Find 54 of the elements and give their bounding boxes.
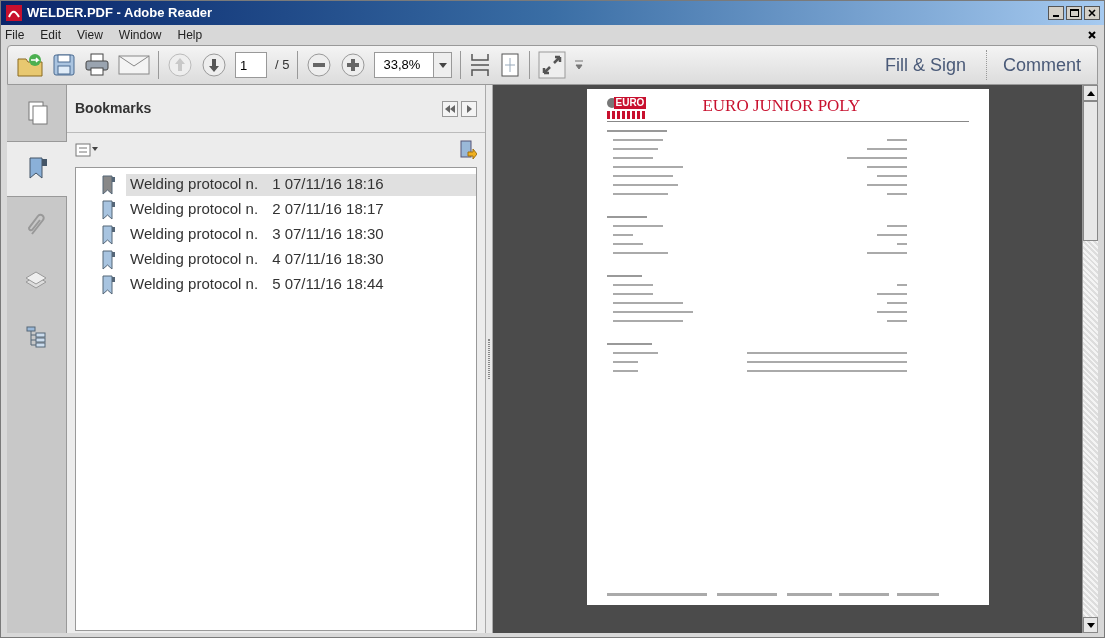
close-icon <box>1088 9 1096 17</box>
bookmark-icon <box>102 274 116 295</box>
right-arrow-icon <box>466 104 472 113</box>
bookmark-icon <box>102 224 116 245</box>
zoom-in-icon[interactable] <box>340 52 367 78</box>
close-button[interactable] <box>1084 6 1100 20</box>
bookmark-item[interactable]: Welding protocol n. 5 07/11/16 18:44 <box>126 273 476 296</box>
menu-item[interactable]: Help <box>177 26 203 44</box>
splitter-handle[interactable] <box>488 339 490 379</box>
expand-panel-button[interactable] <box>461 100 477 117</box>
options-menu-icon[interactable] <box>75 143 99 157</box>
page-number-field[interactable]: 1 <box>235 52 267 78</box>
bookmark-icon <box>102 249 116 270</box>
fit-page-icon[interactable] <box>499 52 522 78</box>
vertical-scrollbar[interactable] <box>1082 85 1098 633</box>
print-icon[interactable] <box>84 53 110 77</box>
pdf-app-icon <box>5 4 23 22</box>
full-screen-icon[interactable] <box>538 51 567 79</box>
next-page-icon[interactable] <box>201 52 227 78</box>
email-icon[interactable] <box>118 54 150 76</box>
close-document-icon[interactable] <box>1088 31 1096 39</box>
scrollbar-thumb[interactable] <box>1083 101 1098 241</box>
menu-item[interactable]: Edit <box>40 26 62 44</box>
zoom-dropdown[interactable]: 33,8% <box>374 52 453 78</box>
bookmark-icon <box>102 174 116 195</box>
menu-item[interactable]: Window <box>118 26 162 44</box>
scroll-down-icon[interactable] <box>1086 622 1095 628</box>
bookmark-export-icon[interactable] <box>459 140 477 160</box>
scroll-up-icon[interactable] <box>1086 90 1095 96</box>
bookmark-item[interactable]: Welding protocol n. 1 07/11/16 18:16 <box>126 173 476 196</box>
comment-button[interactable]: Comment <box>994 51 1089 79</box>
collapse-panel-button[interactable] <box>442 100 458 117</box>
document-heading: EURO JUNIOR POLY <box>702 95 861 117</box>
menu-item[interactable]: View <box>77 26 103 44</box>
fill-sign-button[interactable]: Fill & Sign <box>872 51 978 79</box>
bookmark-item[interactable]: Welding protocol n. 3 07/11/16 18:30 <box>126 223 476 246</box>
caret-icon <box>438 62 447 68</box>
open-folder-icon[interactable] <box>16 52 44 78</box>
panel-title: Bookmarks <box>75 99 152 118</box>
zoom-out-icon[interactable] <box>306 52 333 78</box>
company-logo: EURO <box>606 96 647 119</box>
bookmark-icon <box>102 199 116 220</box>
minimize-button[interactable] <box>1048 6 1064 20</box>
page-count: / 5 <box>275 56 290 75</box>
side-panel-tab[interactable] <box>7 141 67 197</box>
bookmark-item[interactable]: Welding protocol n. 2 07/11/16 18:17 <box>126 198 476 221</box>
double-left-arrow-icon <box>445 104 455 113</box>
fit-width-icon[interactable] <box>469 52 492 78</box>
menu-item[interactable]: File <box>5 26 25 44</box>
save-icon[interactable] <box>52 53 76 77</box>
window-title: WELDER.PDF - Adobe Reader <box>27 4 213 23</box>
overflow-icon[interactable] <box>574 60 585 70</box>
bookmark-item[interactable]: Welding protocol n. 4 07/11/16 18:30 <box>126 248 476 271</box>
maximize-button[interactable] <box>1066 6 1082 20</box>
